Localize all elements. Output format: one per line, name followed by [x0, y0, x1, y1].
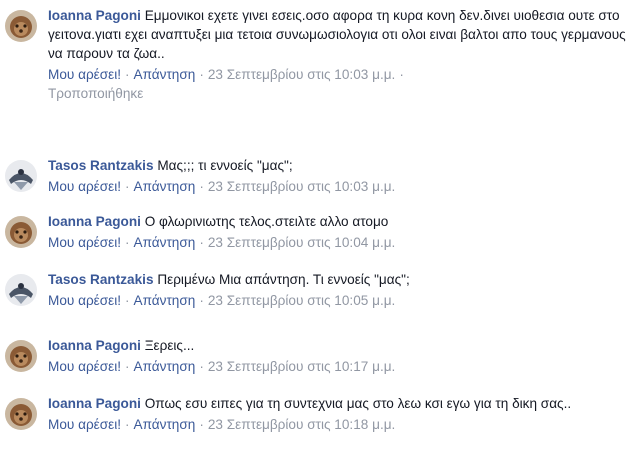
comment-content: Tasos Rantzakis Μας;;; τι εννοείς "μας"; — [48, 156, 633, 175]
comment-actions: Μου αρέσει! · Απάντηση · 23 Σεπτεμβρίου στις… — [48, 233, 633, 252]
author-name[interactable]: Ioanna Pagoni — [48, 338, 141, 353]
separator: · — [199, 179, 204, 194]
comment-content: Ioanna Pagoni Εμμονικοι εχετε γινει εσει… — [48, 6, 633, 63]
author-name[interactable]: Tasos Rantzakis — [48, 272, 154, 287]
separator: · — [125, 293, 130, 308]
author-name[interactable]: Tasos Rantzakis — [48, 158, 154, 173]
like-link[interactable]: Μου αρέσει! — [48, 359, 121, 374]
author-name[interactable]: Ioanna Pagoni — [48, 396, 141, 411]
separator: · — [199, 235, 204, 250]
timestamp[interactable]: 23 Σεπτεμβρίου στις 10:04 μ.μ. — [208, 235, 395, 250]
comment-actions: Μου αρέσει! · Απάντηση · 23 Σεπτεμβρίου στις… — [48, 65, 633, 84]
reply-link[interactable]: Απάντηση — [134, 67, 196, 82]
comment-content: Ioanna Pagoni Ο φλωρινιωτης τελος.στειλτ… — [48, 212, 633, 231]
separator: · — [399, 67, 404, 82]
comment-content: Tasos Rantzakis Περιμένω Μια απάντηση. Τ… — [48, 270, 633, 289]
edited-label[interactable]: Τροποποιήθηκε — [48, 84, 633, 103]
reply-link[interactable]: Απάντηση — [134, 359, 196, 374]
reply-link[interactable]: Απάντηση — [134, 293, 196, 308]
comment-text: Οπως εσυ ειπες για τη συντεχνια μας στο … — [144, 396, 572, 411]
timestamp[interactable]: 23 Σεπτεμβρίου στις 10:05 μ.μ. — [208, 293, 395, 308]
ioanna-avatar[interactable] — [5, 216, 37, 248]
like-link[interactable]: Μου αρέσει! — [48, 235, 121, 250]
reply-link[interactable]: Απάντηση — [134, 235, 196, 250]
like-link[interactable]: Μου αρέσει! — [48, 417, 121, 432]
ioanna-avatar[interactable] — [5, 340, 37, 372]
separator: · — [125, 417, 130, 432]
timestamp[interactable]: 23 Σεπτεμβρίου στις 10:03 μ.μ. — [208, 179, 395, 194]
timestamp[interactable]: 23 Σεπτεμβρίου στις 10:18 μ.μ. — [208, 417, 395, 432]
comment-body: Ioanna Pagoni Ο φλωρινιωτης τελος.στειλτ… — [48, 212, 633, 252]
tasos-avatar[interactable] — [5, 274, 37, 306]
comment-body: Ioanna Pagoni Εμμονικοι εχετε γινει εσει… — [48, 6, 633, 103]
separator: · — [125, 235, 130, 250]
comment-content: Ioanna Pagoni Οπως εσυ ειπες για τη συντ… — [48, 394, 633, 413]
ioanna-avatar[interactable] — [5, 398, 37, 430]
comment-body: Ioanna Pagoni Ξερεις... Μου αρέσει! · Απάν… — [48, 336, 633, 376]
separator: · — [199, 67, 204, 82]
comment-text: Μας;;; τι εννοείς "μας"; — [157, 158, 293, 173]
separator: · — [199, 417, 204, 432]
separator: · — [125, 179, 130, 194]
comment-text: Ξερεις... — [144, 338, 195, 353]
timestamp[interactable]: 23 Σεπτεμβρίου στις 10:17 μ.μ. — [208, 359, 395, 374]
reply-link[interactable]: Απάντηση — [134, 417, 196, 432]
comment-thread: Ioanna Pagoni Εμμονικοι εχετε γινει εσει… — [0, 0, 639, 468]
ioanna-avatar[interactable] — [5, 10, 37, 42]
author-name[interactable]: Ioanna Pagoni — [48, 214, 141, 229]
timestamp[interactable]: 23 Σεπτεμβρίου στις 10:03 μ.μ. — [208, 67, 395, 82]
reply-link[interactable]: Απάντηση — [134, 179, 196, 194]
tasos-avatar[interactable] — [5, 160, 37, 192]
comment-actions: Μου αρέσει! · Απάντηση · 23 Σεπτεμβρίου στις… — [48, 357, 633, 376]
like-link[interactable]: Μου αρέσει! — [48, 293, 121, 308]
comment-body: Tasos Rantzakis Μας;;; τι εννοείς "μας";… — [48, 156, 633, 196]
comment-content: Ioanna Pagoni Ξερεις... — [48, 336, 633, 355]
like-link[interactable]: Μου αρέσει! — [48, 67, 121, 82]
comment-body: Ioanna Pagoni Οπως εσυ ειπες για τη συντ… — [48, 394, 633, 434]
comment-actions: Μου αρέσει! · Απάντηση · 23 Σεπτεμβρίου στις… — [48, 291, 633, 310]
separator: · — [125, 359, 130, 374]
separator: · — [199, 293, 204, 308]
like-link[interactable]: Μου αρέσει! — [48, 179, 121, 194]
comment-body: Tasos Rantzakis Περιμένω Μια απάντηση. Τ… — [48, 270, 633, 310]
author-name[interactable]: Ioanna Pagoni — [48, 8, 141, 23]
comment-text: Ο φλωρινιωτης τελος.στειλτε αλλο ατομο — [144, 214, 389, 229]
comment-actions: Μου αρέσει! · Απάντηση · 23 Σεπτεμβρίου στις… — [48, 177, 633, 196]
separator: · — [199, 359, 204, 374]
separator: · — [125, 67, 130, 82]
comment-text: Περιμένω Μια απάντηση. Τι εννοείς "μας"; — [157, 272, 410, 287]
comment-actions: Μου αρέσει! · Απάντηση · 23 Σεπτεμβρίου στις… — [48, 415, 633, 434]
